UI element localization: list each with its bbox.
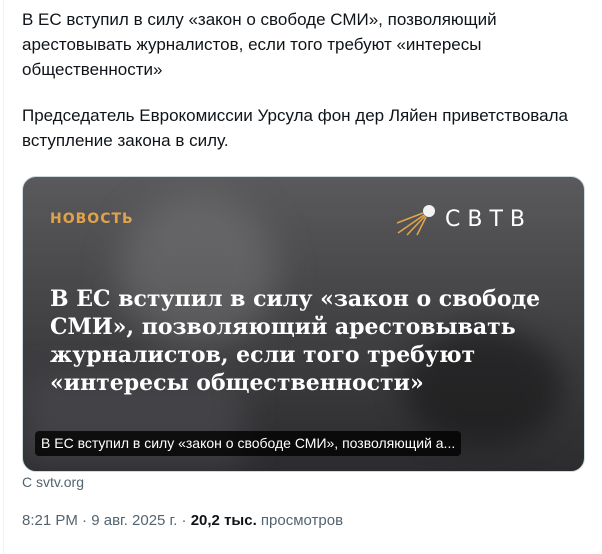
card-title-overlay[interactable]: В ЕС вступил в силу «закон о свободе СМИ… [35, 431, 462, 456]
meta-separator: · [77, 512, 92, 529]
tweet-metadata: 8:21 PM · 9 авг. 2025 г. · 20,2 тыс. про… [22, 512, 343, 529]
card-source-link[interactable]: С svtv.org [22, 474, 84, 490]
svtv-logo: СВТВ [395, 201, 532, 237]
tweet-paragraph: В ЕС вступил в силу «закон о свободе СМИ… [22, 10, 497, 79]
views-label: просмотров [256, 512, 344, 529]
tweet-time-link[interactable]: 8:21 PM · 9 авг. 2025 г. [22, 512, 177, 529]
tweet-text: В ЕС вступил в силу «закон о свободе СМИ… [22, 7, 582, 153]
tweet-paragraph: Председатель Еврокомиссии Урсула фон дер… [22, 106, 568, 150]
card-headline: В ЕС вступил в силу «закон о свободе СМИ… [50, 286, 541, 396]
timeline-divider [3, 0, 4, 554]
link-preview-card[interactable]: НОВОСТЬ СВТВ В ЕС вступил в силу «закон … [22, 176, 585, 472]
card-category-label: НОВОСТЬ [50, 211, 134, 227]
meta-separator: · [177, 512, 191, 529]
logo-text: СВТВ [445, 206, 532, 232]
satellite-logo-icon [396, 205, 435, 236]
views-count: 20,2 тыс. [190, 512, 257, 529]
tweet-date: 9 авг. 2025 г. [91, 512, 178, 529]
tweet-time: 8:21 PM [22, 512, 78, 529]
